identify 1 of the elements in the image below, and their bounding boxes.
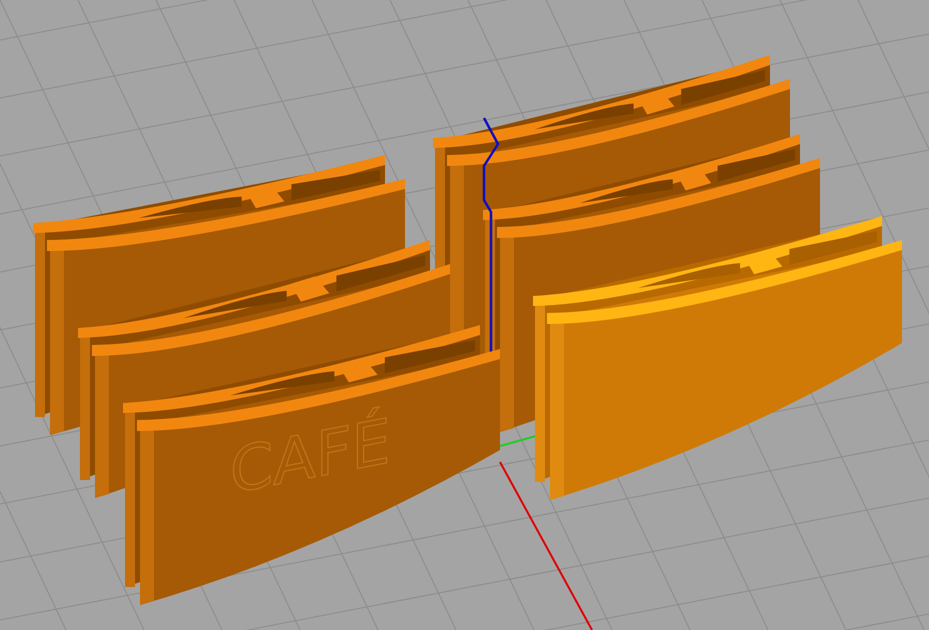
y-axis-line [500,435,536,447]
